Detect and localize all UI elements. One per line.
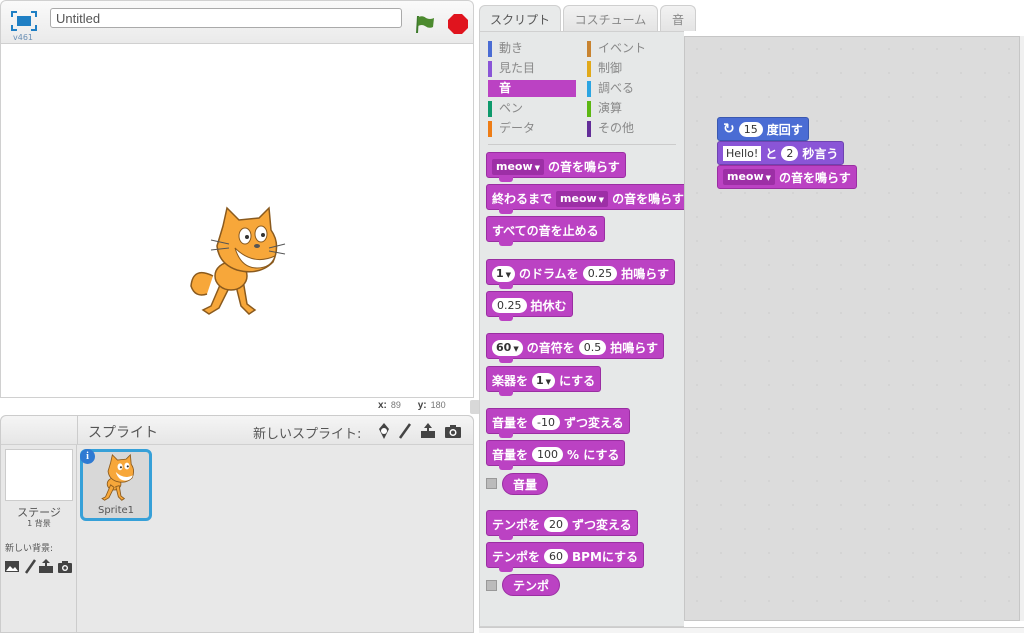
- category-more-blocks[interactable]: その他: [587, 120, 677, 137]
- block-stop-all-sounds[interactable]: すべての音を止める: [486, 216, 605, 246]
- tab-costumes[interactable]: コスチューム: [563, 5, 658, 31]
- sprite-pane-title: スプライト: [88, 425, 158, 441]
- upload-icon[interactable]: [419, 422, 437, 440]
- block-change-volume[interactable]: 音量を -10 ずつ変える: [486, 408, 630, 438]
- category-control[interactable]: 制御: [587, 60, 677, 77]
- seconds-input[interactable]: 2: [781, 145, 799, 161]
- rotate-clockwise-icon: ↻: [723, 121, 735, 137]
- tempo-monitor-checkbox[interactable]: [486, 580, 497, 591]
- script-area[interactable]: ↻ 15 度回す Hello! と 2 秒言う meow ▼ の音を鳴らす: [684, 36, 1020, 621]
- degrees-input[interactable]: 15: [738, 121, 763, 137]
- tempo-change-input[interactable]: 20: [544, 517, 569, 532]
- script-block-turn[interactable]: ↻ 15 度回す: [717, 117, 809, 141]
- new-backdrop-label: 新しい背景:: [5, 544, 54, 554]
- sprite-tile[interactable]: i Sprite1: [80, 449, 152, 521]
- block-rest[interactable]: 0.25 拍休む: [486, 291, 573, 321]
- category-operators[interactable]: 演算: [587, 100, 677, 117]
- bottom-bar: [479, 627, 1024, 633]
- mouse-y-value: 180: [430, 400, 446, 410]
- script-block-play-sound[interactable]: meow ▼ の音を鳴らす: [717, 165, 857, 189]
- tempo-input[interactable]: 60: [544, 549, 569, 564]
- camera-icon[interactable]: [57, 558, 73, 574]
- y-label: y:: [417, 400, 427, 411]
- new-sprite-label: 新しいスプライト:: [253, 427, 362, 442]
- note-dropdown[interactable]: 60 ▼: [492, 339, 523, 356]
- category-data[interactable]: データ: [488, 120, 578, 137]
- category-sound[interactable]: 音: [488, 80, 576, 97]
- stage-header: v461: [0, 0, 474, 43]
- sound-dropdown[interactable]: meow ▼: [723, 169, 776, 185]
- volume-input[interactable]: 100: [532, 447, 564, 462]
- beats-input[interactable]: 0.5: [578, 340, 607, 355]
- stop-sign-icon[interactable]: [447, 13, 469, 35]
- sprite-cat[interactable]: [183, 206, 288, 318]
- tab-sounds[interactable]: 音: [660, 5, 696, 31]
- block-set-tempo[interactable]: テンポを 60 BPMにする: [486, 542, 645, 572]
- green-flag-icon[interactable]: [414, 13, 436, 35]
- mouse-coordinates: x: 89 y: 180: [378, 400, 460, 411]
- block-set-volume[interactable]: 音量を 100 % にする: [486, 440, 626, 470]
- category-events[interactable]: イベント: [587, 40, 677, 57]
- block-play-sound-until-done[interactable]: 終わるまで meow ▼ の音を鳴らす: [486, 184, 690, 214]
- mouse-x-value: 89: [390, 400, 401, 410]
- backdrop-library-icon[interactable]: [4, 558, 20, 574]
- sprite-name: Sprite1: [97, 505, 135, 516]
- reporter-tempo[interactable]: テンポ: [502, 574, 561, 596]
- upload-icon[interactable]: [38, 558, 54, 574]
- drum-dropdown[interactable]: 1 ▼: [492, 265, 516, 282]
- beats-input[interactable]: 0.25: [492, 298, 527, 313]
- reporter-volume[interactable]: 音量: [502, 473, 549, 495]
- stage-column: ステージ 1 背景 新しい背景:: [1, 445, 77, 632]
- paint-brush-icon[interactable]: [22, 558, 38, 574]
- fullscreen-toggle-icon[interactable]: [11, 11, 37, 31]
- category-sensing[interactable]: 調べる: [587, 80, 677, 97]
- stage-canvas[interactable]: [0, 43, 474, 398]
- script-area-scrollbar[interactable]: [1020, 36, 1024, 621]
- tab-scripts[interactable]: スクリプト: [479, 5, 561, 33]
- x-label: x:: [378, 400, 387, 411]
- sound-dropdown[interactable]: meow ▼: [492, 158, 545, 175]
- block-change-tempo[interactable]: テンポを 20 ずつ変える: [486, 510, 638, 540]
- category-looks[interactable]: 見た目: [488, 60, 578, 77]
- block-play-note[interactable]: 60 ▼ の音符を 0.5 拍鳴らす: [486, 333, 664, 363]
- sprite-pane: スプライト 新しいスプライト: ステージ 1 背景 新しい背景: i Sprit…: [0, 415, 474, 633]
- category-motion[interactable]: 動き: [488, 40, 578, 57]
- stage-thumbnail[interactable]: [5, 449, 73, 501]
- block-set-instrument[interactable]: 楽器を 1 ▼ にする: [486, 366, 602, 396]
- category-pen[interactable]: ペン: [488, 100, 578, 117]
- block-play-drum[interactable]: 1 ▼ のドラムを 0.25 拍鳴らす: [486, 259, 675, 289]
- sprite-library-icon[interactable]: [375, 422, 393, 440]
- project-title-input[interactable]: [50, 8, 402, 28]
- message-input[interactable]: Hello!: [723, 145, 762, 161]
- palette-divider: [488, 144, 676, 145]
- block-palette: 動き 見た目 音 ペン データ イベント 制御 調べる 演算 その他 meow ▼…: [479, 31, 690, 627]
- instrument-dropdown[interactable]: 1 ▼: [532, 372, 556, 389]
- script-block-say-for-secs[interactable]: Hello! と 2 秒言う: [717, 141, 845, 165]
- block-play-sound[interactable]: meow ▼ の音を鳴らす: [486, 152, 626, 182]
- sprite-thumbnail: [101, 454, 134, 501]
- camera-icon[interactable]: [444, 422, 462, 440]
- stage-header-cell: [1, 416, 77, 445]
- sprite-header: スプライト 新しいスプライト:: [77, 416, 473, 445]
- volume-monitor-checkbox[interactable]: [486, 478, 497, 489]
- beats-input[interactable]: 0.25: [582, 266, 618, 281]
- backdrop-count: 1 背景: [27, 519, 51, 528]
- volume-change-input[interactable]: -10: [532, 415, 560, 430]
- paint-brush-icon[interactable]: [396, 422, 414, 440]
- version-label: v461: [13, 33, 34, 42]
- sound-dropdown[interactable]: meow ▼: [556, 190, 609, 207]
